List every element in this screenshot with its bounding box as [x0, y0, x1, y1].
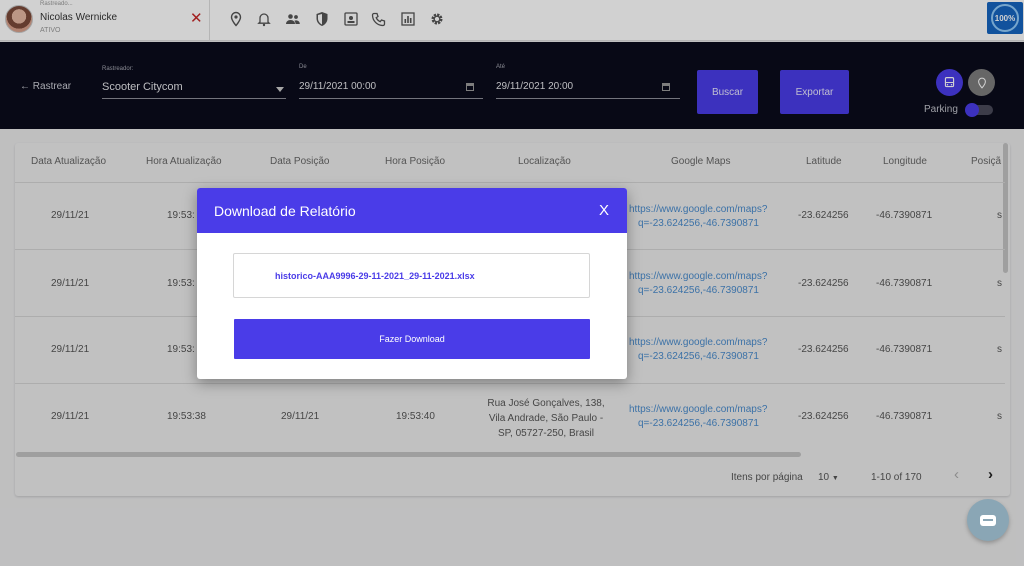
dialog-header: Download de Relatório X	[197, 188, 627, 233]
download-button[interactable]: Fazer Download	[234, 319, 590, 359]
download-report-dialog: Download de Relatório X historico-AAA999…	[197, 188, 627, 379]
file-name[interactable]: historico-AAA9996-29-11-2021_29-11-2021.…	[275, 271, 475, 281]
file-name-box: historico-AAA9996-29-11-2021_29-11-2021.…	[233, 253, 590, 298]
chat-button[interactable]	[967, 499, 1009, 541]
chat-icon	[980, 514, 996, 526]
dialog-title: Download de Relatório	[214, 203, 356, 219]
dialog-close-button[interactable]: X	[599, 202, 609, 219]
